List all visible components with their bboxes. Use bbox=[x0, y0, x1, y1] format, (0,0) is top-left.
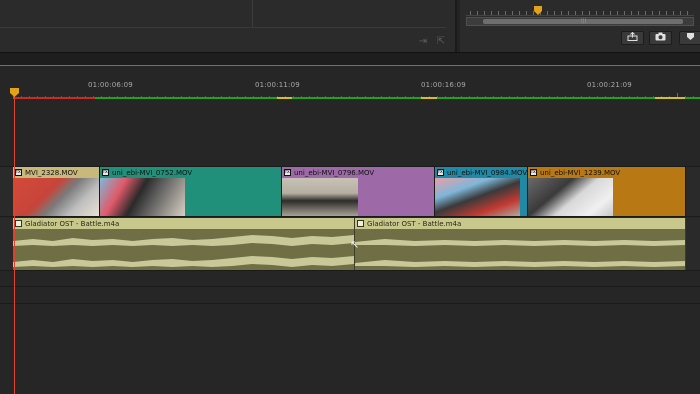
video-clip[interactable]: fx MVI_2328.MOV bbox=[13, 167, 100, 216]
panel-divider bbox=[252, 0, 253, 28]
playhead-line[interactable] bbox=[14, 96, 15, 394]
timecode-label: 01:00:21:09 bbox=[587, 81, 632, 89]
ruler-tick bbox=[582, 11, 583, 15]
clip-name: uni_ebi-MVI_0796.MOV bbox=[294, 168, 375, 177]
fx-badge-icon: fx bbox=[15, 169, 22, 176]
clip-name: MVI_2328.MOV bbox=[25, 168, 78, 177]
clip-thumbnail bbox=[435, 178, 520, 216]
ruler-tick bbox=[673, 11, 674, 15]
camera-button[interactable] bbox=[649, 31, 672, 45]
ruler-tick bbox=[477, 11, 478, 15]
camera-icon bbox=[655, 32, 666, 41]
timecode-label: 01:00:16:09 bbox=[421, 81, 466, 89]
clip-name: uni_ebi-MVI_0984.MOV bbox=[447, 168, 528, 177]
video-clip[interactable]: fx uni_ebi-MVI_1239.MOV bbox=[528, 167, 686, 216]
timecode-label: 01:00:11:09 bbox=[255, 81, 300, 89]
zoom-scrollbar[interactable]: ||| bbox=[466, 17, 694, 26]
panel-splitter[interactable] bbox=[0, 52, 700, 66]
ruler-tick bbox=[491, 11, 492, 15]
grip-icon: ||| bbox=[581, 18, 587, 24]
ruler-tick bbox=[624, 11, 625, 15]
ruler-tick bbox=[680, 11, 681, 15]
ruler-tick bbox=[687, 11, 688, 15]
track-divider bbox=[0, 216, 700, 217]
render-bar-preview bbox=[655, 97, 685, 99]
fx-badge-icon: fx bbox=[284, 169, 291, 176]
insert-icon[interactable]: ⇥ bbox=[416, 36, 430, 47]
timecode-label: 01:00:06:09 bbox=[88, 81, 133, 89]
render-bar-rendered bbox=[95, 97, 700, 99]
clip-name: Gladiator OST - Battle.m4a bbox=[367, 219, 462, 228]
ruler-tick bbox=[519, 11, 520, 15]
clip-header: fx uni_ebi-MVI_1239.MOV bbox=[528, 167, 685, 178]
render-bar-preview bbox=[421, 97, 437, 99]
ruler-tick bbox=[631, 11, 632, 15]
clip-name: uni_ebi-MVI_0752.MOV bbox=[112, 168, 193, 177]
ruler-tick bbox=[659, 11, 660, 15]
clip-header: fx uni_ebi-MVI_0984.MOV bbox=[435, 167, 527, 178]
render-bar-preview bbox=[277, 97, 292, 99]
render-bar-unrendered bbox=[15, 97, 95, 99]
clip-thumbnail bbox=[282, 178, 358, 216]
fx-badge-icon: fx bbox=[102, 169, 109, 176]
marker-icon bbox=[687, 33, 694, 40]
clip-header: fx uni_ebi-MVI_0796.MOV bbox=[282, 167, 434, 178]
fx-badge-icon: fx bbox=[437, 169, 444, 176]
ruler-tick bbox=[575, 11, 576, 15]
clip-header: Gladiator OST - Battle.m4a bbox=[355, 218, 685, 229]
ruler-tick bbox=[596, 11, 597, 15]
ruler-tick bbox=[652, 11, 653, 15]
clip-name: uni_ebi-MVI_1239.MOV bbox=[540, 168, 621, 177]
audio-clip[interactable]: Gladiator OST - Battle.m4a bbox=[355, 218, 686, 270]
ruler-tick bbox=[568, 11, 569, 15]
ruler-tick bbox=[533, 11, 534, 15]
ruler-tick bbox=[484, 11, 485, 15]
ruler-tick bbox=[561, 11, 562, 15]
mini-time-ruler[interactable] bbox=[466, 2, 694, 16]
export-frame-button[interactable] bbox=[621, 31, 644, 45]
mouse-cursor-icon: ↖ bbox=[350, 238, 360, 251]
ruler-tick bbox=[526, 11, 527, 15]
ruler-tick bbox=[610, 11, 611, 15]
clip-thumbnail bbox=[13, 178, 99, 216]
ruler-tick bbox=[645, 11, 646, 15]
track-divider bbox=[0, 270, 700, 271]
clip-thumbnail bbox=[528, 178, 613, 216]
export-frame-icon bbox=[627, 31, 638, 41]
source-monitor-area bbox=[0, 0, 446, 28]
ruler-tick bbox=[512, 11, 513, 15]
track-divider bbox=[0, 286, 700, 287]
timeline-ruler[interactable]: 01:00:06:09 01:00:11:09 01:00:16:09 01:0… bbox=[0, 66, 700, 100]
add-marker-button[interactable] bbox=[679, 31, 700, 45]
clip-header: fx uni_ebi-MVI_0752.MOV bbox=[100, 167, 281, 178]
waveform-icon bbox=[13, 229, 354, 270]
clip-header: Gladiator OST - Battle.m4a bbox=[13, 218, 354, 229]
ruler-tick bbox=[498, 11, 499, 15]
fx-badge-icon bbox=[15, 220, 22, 227]
ruler-tick bbox=[547, 11, 548, 15]
video-clip[interactable]: fx uni_ebi-MVI_0752.MOV bbox=[100, 167, 282, 216]
ruler-tick bbox=[603, 11, 604, 15]
ruler-tick bbox=[554, 11, 555, 15]
video-clip[interactable]: fx uni_ebi-MVI_0796.MOV bbox=[282, 167, 435, 216]
clip-thumbnail bbox=[100, 178, 185, 216]
ruler-tick bbox=[666, 11, 667, 15]
fx-badge-icon: fx bbox=[530, 169, 537, 176]
ruler-tick bbox=[638, 11, 639, 15]
track-divider bbox=[0, 303, 700, 304]
fx-badge-icon bbox=[357, 220, 364, 227]
ruler-tick bbox=[470, 11, 471, 15]
source-monitor-panel: ⇥ ⇱ bbox=[0, 0, 457, 52]
audio-clip[interactable]: Gladiator OST - Battle.m4a bbox=[13, 218, 355, 270]
ruler-tick bbox=[589, 11, 590, 15]
video-clip[interactable]: fx uni_ebi-MVI_0984.MOV bbox=[435, 167, 528, 216]
waveform-icon bbox=[355, 229, 685, 270]
ruler-tick bbox=[505, 11, 506, 15]
overwrite-icon[interactable]: ⇱ bbox=[434, 36, 448, 47]
ruler-tick bbox=[617, 11, 618, 15]
clip-name: Gladiator OST - Battle.m4a bbox=[25, 219, 120, 228]
clip-header: fx MVI_2328.MOV bbox=[13, 167, 99, 178]
